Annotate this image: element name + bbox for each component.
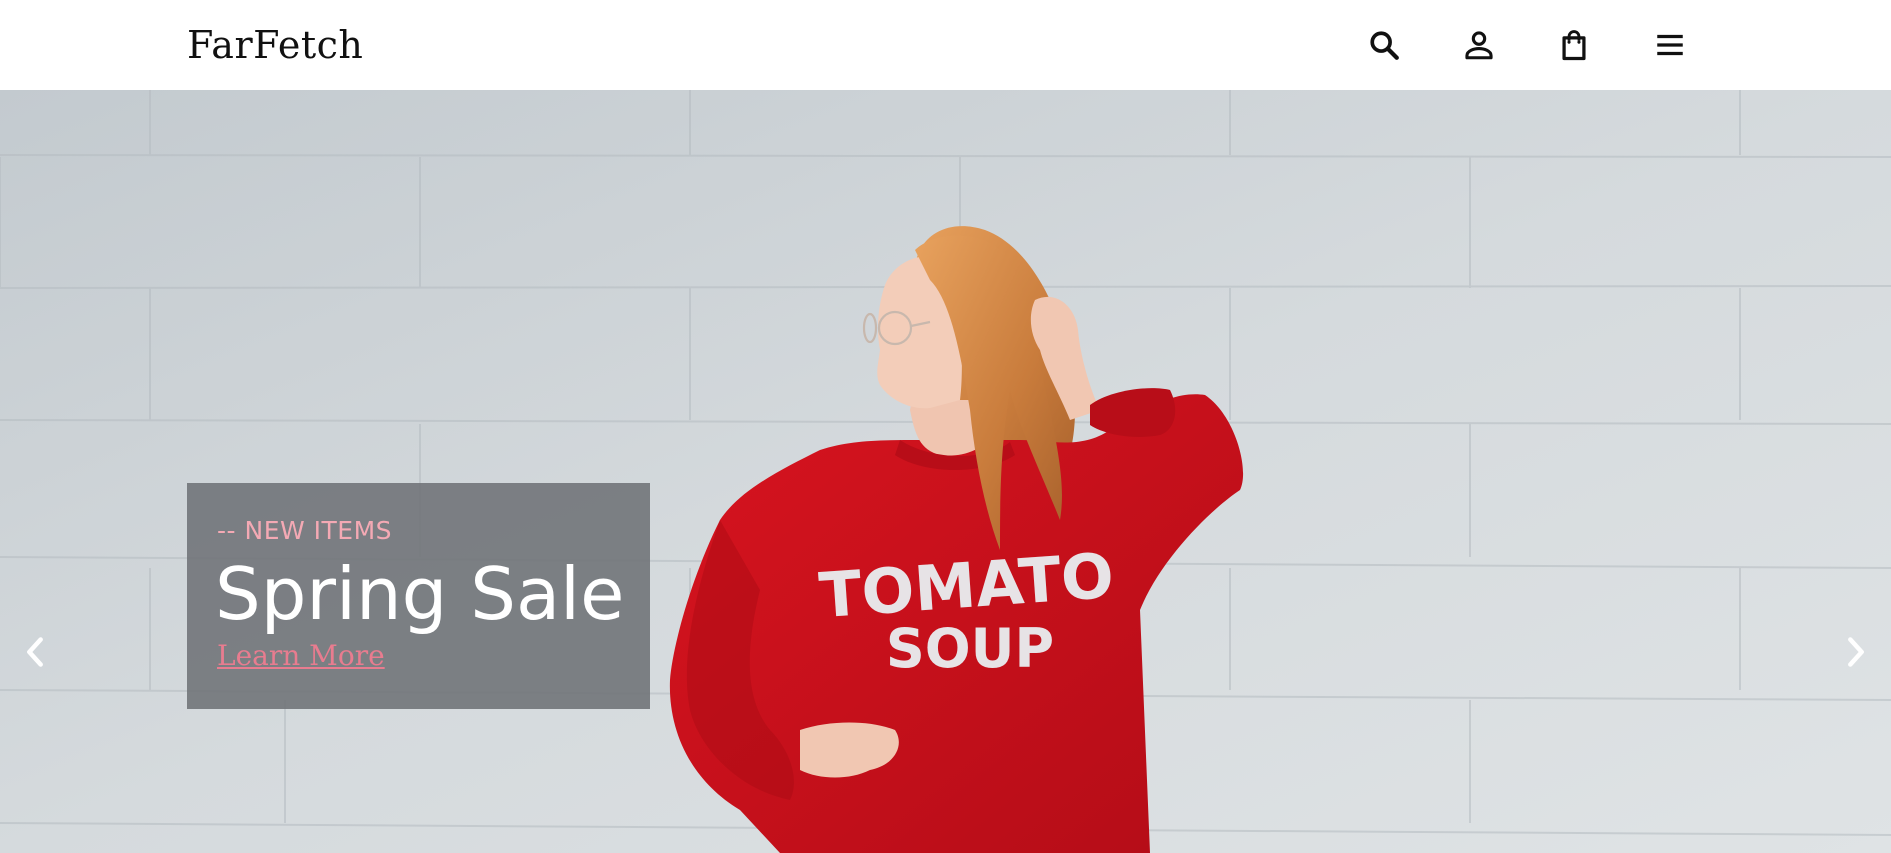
prev-slide-button[interactable]	[15, 630, 55, 674]
hero-headline: Spring Sale	[215, 552, 625, 636]
shopping-bag-icon[interactable]	[1554, 25, 1594, 65]
hero-caption-box: -- NEW ITEMS Spring Sale Learn More	[187, 483, 650, 709]
menu-icon[interactable]	[1650, 25, 1690, 65]
site-logo[interactable]: FarFetch	[187, 20, 363, 70]
chevron-right-icon	[1848, 637, 1864, 667]
learn-more-link[interactable]: Learn More	[217, 639, 385, 672]
hero-eyebrow: -- NEW ITEMS	[217, 516, 393, 545]
hero-image: TOMATO SOUP	[0, 90, 1891, 853]
account-icon[interactable]	[1459, 25, 1499, 65]
search-icon[interactable]	[1364, 25, 1404, 65]
chevron-left-icon	[27, 637, 43, 667]
next-slide-button[interactable]	[1836, 630, 1876, 674]
site-header: FarFetch	[0, 0, 1891, 90]
hero-slider: TOMATO SOUP -- NEW ITEMS Spring Sale Lea…	[0, 90, 1891, 853]
sweatshirt-print-line2: SOUP	[886, 617, 1054, 680]
